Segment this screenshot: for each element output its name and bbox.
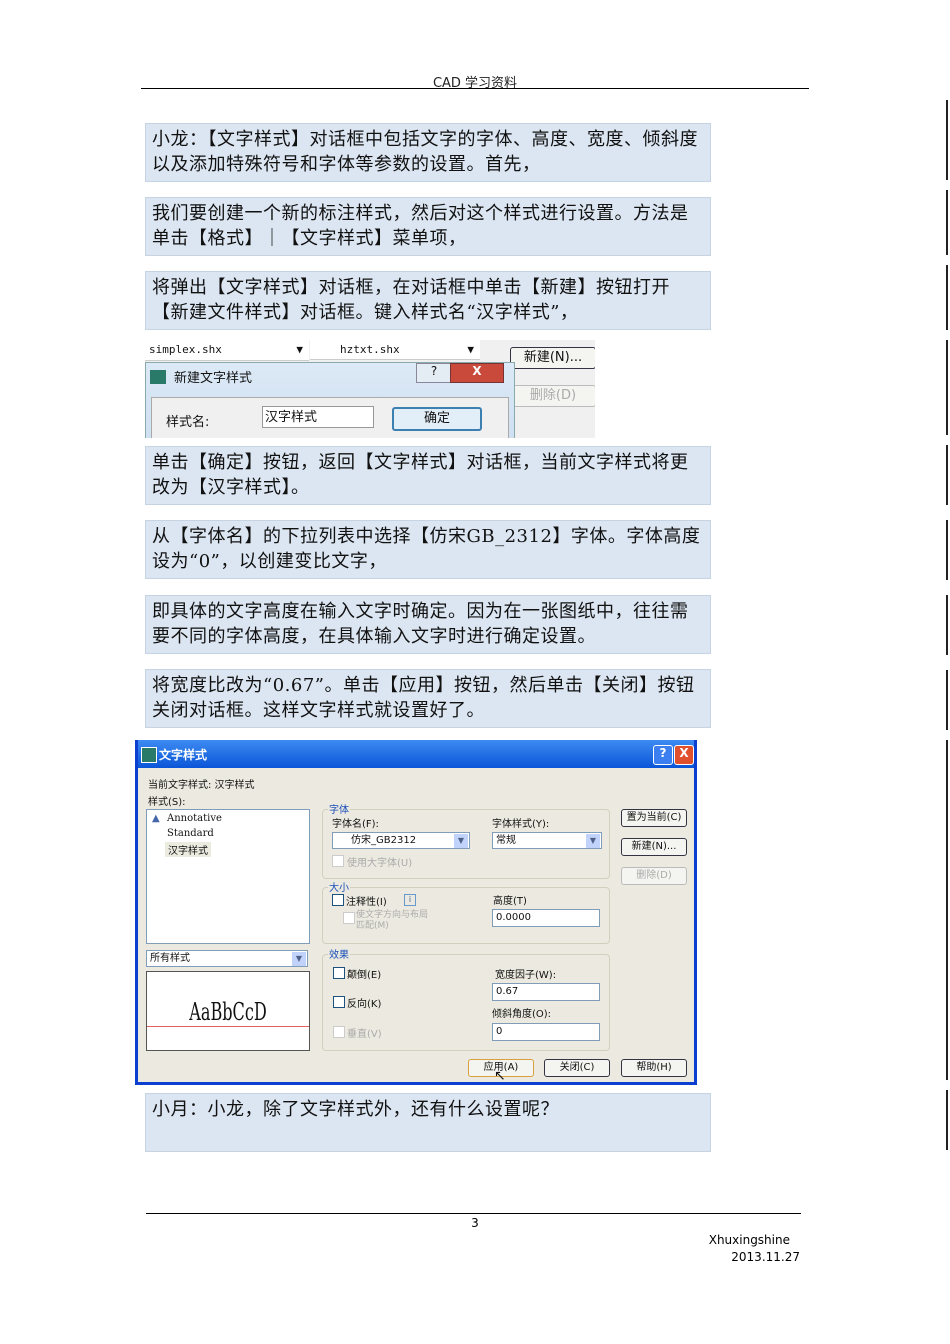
effects-group-title: 效果 (328, 946, 350, 961)
footer-date: 2013.11.27 (731, 1250, 800, 1264)
new-style-dialog: 新建文字样式 ? X 样式名: 汉字样式 确定 (145, 362, 515, 438)
styles-list[interactable]: ▲ Annotative Standard 汉字样式 (146, 809, 310, 944)
style-item[interactable]: Standard (167, 828, 214, 839)
dialog-title: 新建文字样式 (174, 371, 253, 386)
margin-mark (946, 670, 948, 730)
margin-mark (946, 445, 948, 505)
font-style-label: 字体样式(Y): (492, 819, 550, 830)
annotative-checkbox[interactable] (332, 894, 344, 906)
margin-mark (946, 1090, 948, 1150)
width-factor-input[interactable]: 0.67 (492, 983, 600, 1001)
paragraph: 我们要创建一个新的标注样式，然后对这个样式进行设置。方法是单击【格式】｜【文字样… (145, 197, 711, 256)
style-item-selected[interactable]: 汉字样式 (165, 842, 211, 857)
set-current-button[interactable]: 置为当前(C) (621, 809, 687, 827)
vertical-label: 垂直(V) (347, 1029, 382, 1040)
paragraph: 将宽度比改为“0.67”。单击【应用】按钮，然后单击【关闭】按钮关闭对话框。这样… (145, 669, 711, 728)
dialog-title: 文字样式 (159, 748, 208, 762)
mouse-cursor-icon: ↖ (494, 1068, 506, 1084)
dropdown-arrow-icon: ▼ (467, 343, 474, 356)
style-filter-select[interactable]: 所有样式 ▼ (146, 950, 308, 967)
match-layout-checkbox[interactable] (343, 912, 355, 924)
info-icon[interactable]: i (404, 894, 416, 906)
help-button[interactable]: ? (416, 363, 452, 383)
chevron-down-icon: ▼ (586, 834, 600, 848)
upside-down-checkbox[interactable] (333, 967, 345, 979)
paragraph: 将弹出【文字样式】对话框，在对话框中单击【新建】按钮打开【新建文件样式】对话框。… (145, 271, 711, 330)
close-button[interactable]: X (450, 363, 504, 383)
ok-button[interactable]: 确定 (392, 407, 482, 431)
new-button[interactable]: 新建(N)... (621, 838, 687, 856)
font-combo[interactable]: simplex.shx ▼ (145, 340, 309, 361)
preview-text: AaBbCcD (189, 998, 267, 1026)
margin-mark (946, 190, 948, 255)
styles-label: 样式(S): (148, 797, 186, 808)
match-layout-label: 使文字方向与布局 匹配(M) (356, 910, 429, 931)
help-button[interactable]: ? (653, 745, 673, 765)
bigfont-checkbox[interactable] (332, 855, 344, 867)
close-dialog-button[interactable]: 关闭(C) (544, 1059, 610, 1077)
width-factor-label: 宽度因子(W): (495, 970, 557, 981)
margin-mark (946, 740, 948, 1080)
footer-rule (146, 1213, 801, 1214)
chevron-down-icon: ▼ (292, 952, 306, 966)
style-name-label: 样式名: (166, 415, 210, 430)
paragraph: 即具体的文字高度在输入文字时确定。因为在一张图纸中，往往需要不同的字体高度，在具… (145, 595, 711, 654)
paragraph: 从【字体名】的下拉列表中选择【仿宋GB_2312】字体。字体高度设为“0”，以创… (145, 520, 711, 579)
font-style-select[interactable]: 常规 ▼ (492, 832, 602, 849)
margin-mark (946, 265, 948, 330)
margin-mark (946, 520, 948, 580)
margin-mark (946, 340, 948, 435)
paragraph: 小月：小龙，除了文字样式外，还有什么设置呢？ (145, 1093, 711, 1152)
header-rule (141, 88, 809, 89)
delete-button[interactable]: 删除(D) (510, 385, 595, 407)
page-number: 3 (471, 1216, 479, 1230)
new-button[interactable]: 新建(N)... (510, 347, 595, 369)
font-name-select[interactable]: 仿宋_GB2312 ▼ (332, 832, 470, 849)
margin-mark (946, 595, 948, 655)
footer-author: Xhuxingshine (708, 1233, 790, 1247)
current-style-label: 当前文字样式: 汉字样式 (148, 780, 255, 791)
document-page: CAD 学习资料 小龙：【文字样式】对话框中包括文字的字体、高度、宽度、倾斜度以… (0, 0, 950, 1344)
backwards-label: 反向(K) (347, 999, 382, 1010)
oblique-label: 倾斜角度(O): (492, 1009, 552, 1020)
help-dialog-button[interactable]: 帮助(H) (621, 1059, 687, 1077)
new-style-screenshot: simplex.shx ▼ hztxt.shx ▼ 新建(N)... 删除(D) 新… (145, 340, 595, 438)
bigfont-combo[interactable]: hztxt.shx ▼ (310, 340, 480, 360)
style-name-input[interactable]: 汉字样式 (262, 406, 374, 428)
margin-mark (946, 100, 948, 180)
paragraph: 单击【确定】按钮，返回【文字样式】对话框，当前文字样式将更改为【汉字样式】。 (145, 446, 711, 505)
height-label: 高度(T) (493, 896, 527, 907)
upside-down-label: 颠倒(E) (347, 970, 382, 981)
paragraph: 小龙：【文字样式】对话框中包括文字的字体、高度、宽度、倾斜度以及添加特殊符号和字… (145, 123, 711, 182)
app-icon (150, 370, 166, 384)
oblique-input[interactable]: 0 (492, 1023, 600, 1041)
font-group-title: 字体 (328, 801, 350, 816)
text-style-dialog: 文字样式 ? X 当前文字样式: 汉字样式 样式(S): ▲ Annotativ… (135, 740, 697, 1085)
dropdown-arrow-icon: ▼ (296, 343, 303, 356)
bigfont-label: 使用大字体(U) (347, 858, 413, 869)
app-icon (141, 747, 157, 763)
title-bar: 文字样式 ? X (138, 740, 694, 768)
annotative-icon: ▲ (152, 813, 160, 824)
height-input[interactable]: 0.0000 (492, 909, 600, 927)
preview-box: AaBbCcD (146, 971, 310, 1051)
backwards-checkbox[interactable] (333, 996, 345, 1008)
delete-button[interactable]: 删除(D) (621, 867, 687, 885)
font-name-label: 字体名(F): (332, 819, 379, 830)
vertical-checkbox[interactable] (333, 1026, 345, 1038)
style-item[interactable]: Annotative (167, 813, 222, 824)
annotative-label: 注释性(I) (346, 897, 387, 908)
size-group-title: 大小 (328, 879, 350, 894)
close-button[interactable]: X (674, 745, 694, 765)
chevron-down-icon: ▼ (454, 834, 468, 848)
